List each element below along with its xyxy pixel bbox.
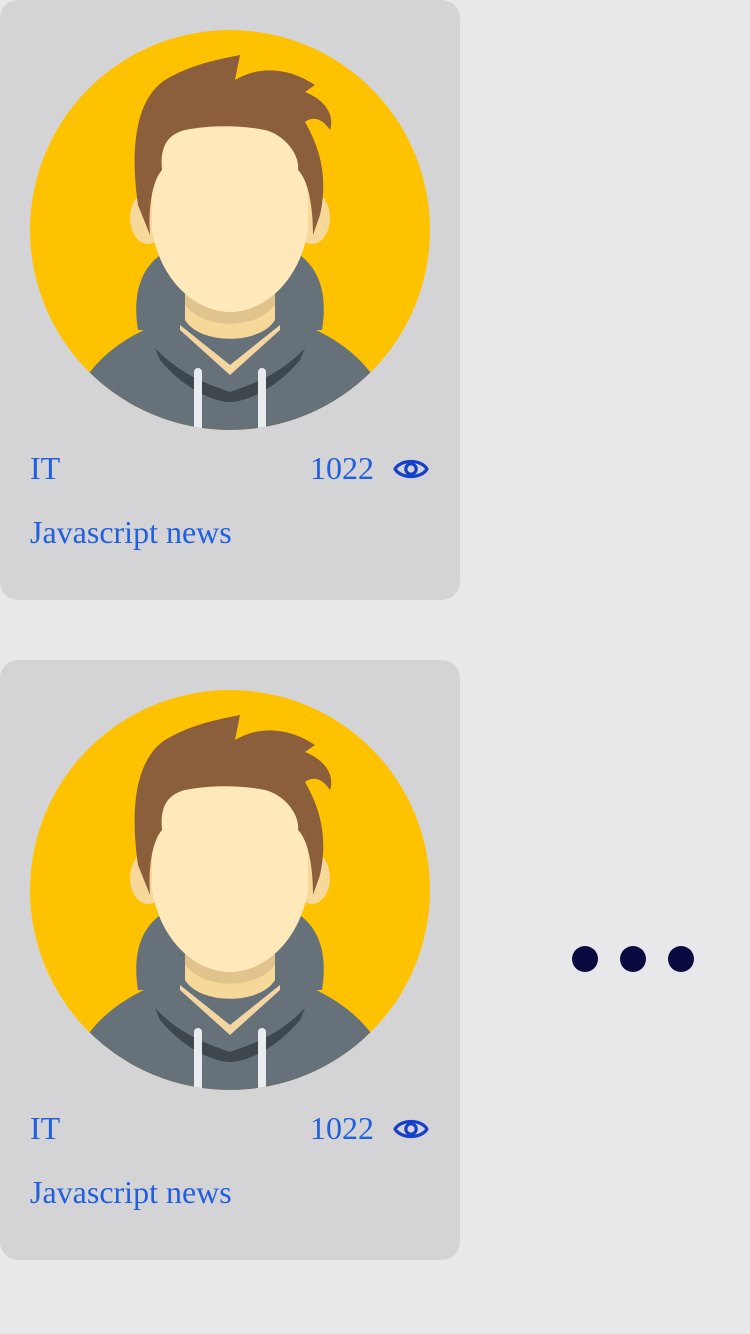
card-title[interactable]: Javascript news — [30, 1172, 232, 1212]
more-horizontal-icon[interactable] — [556, 930, 710, 988]
news-card[interactable]: IT 1022 Javascript news — [0, 660, 460, 1260]
view-count: 1022 — [310, 1110, 374, 1146]
dot — [668, 946, 694, 972]
category-label[interactable]: IT — [30, 448, 60, 488]
dot — [620, 946, 646, 972]
user-avatar-icon — [30, 690, 430, 1090]
dot — [572, 946, 598, 972]
news-card[interactable]: IT 1022 Javascript news — [0, 0, 460, 600]
category-label[interactable]: IT — [30, 1108, 60, 1148]
view-count: 1022 — [310, 450, 374, 486]
eye-icon — [392, 1110, 430, 1148]
card-meta-row: IT 1022 — [30, 448, 430, 488]
eye-icon — [392, 450, 430, 488]
page: IT 1022 Javascript news IT 1022 Javascri… — [0, 0, 750, 1334]
card-meta-row: IT 1022 — [30, 1108, 430, 1148]
card-title[interactable]: Javascript news — [30, 512, 232, 552]
user-avatar-icon — [30, 30, 430, 430]
